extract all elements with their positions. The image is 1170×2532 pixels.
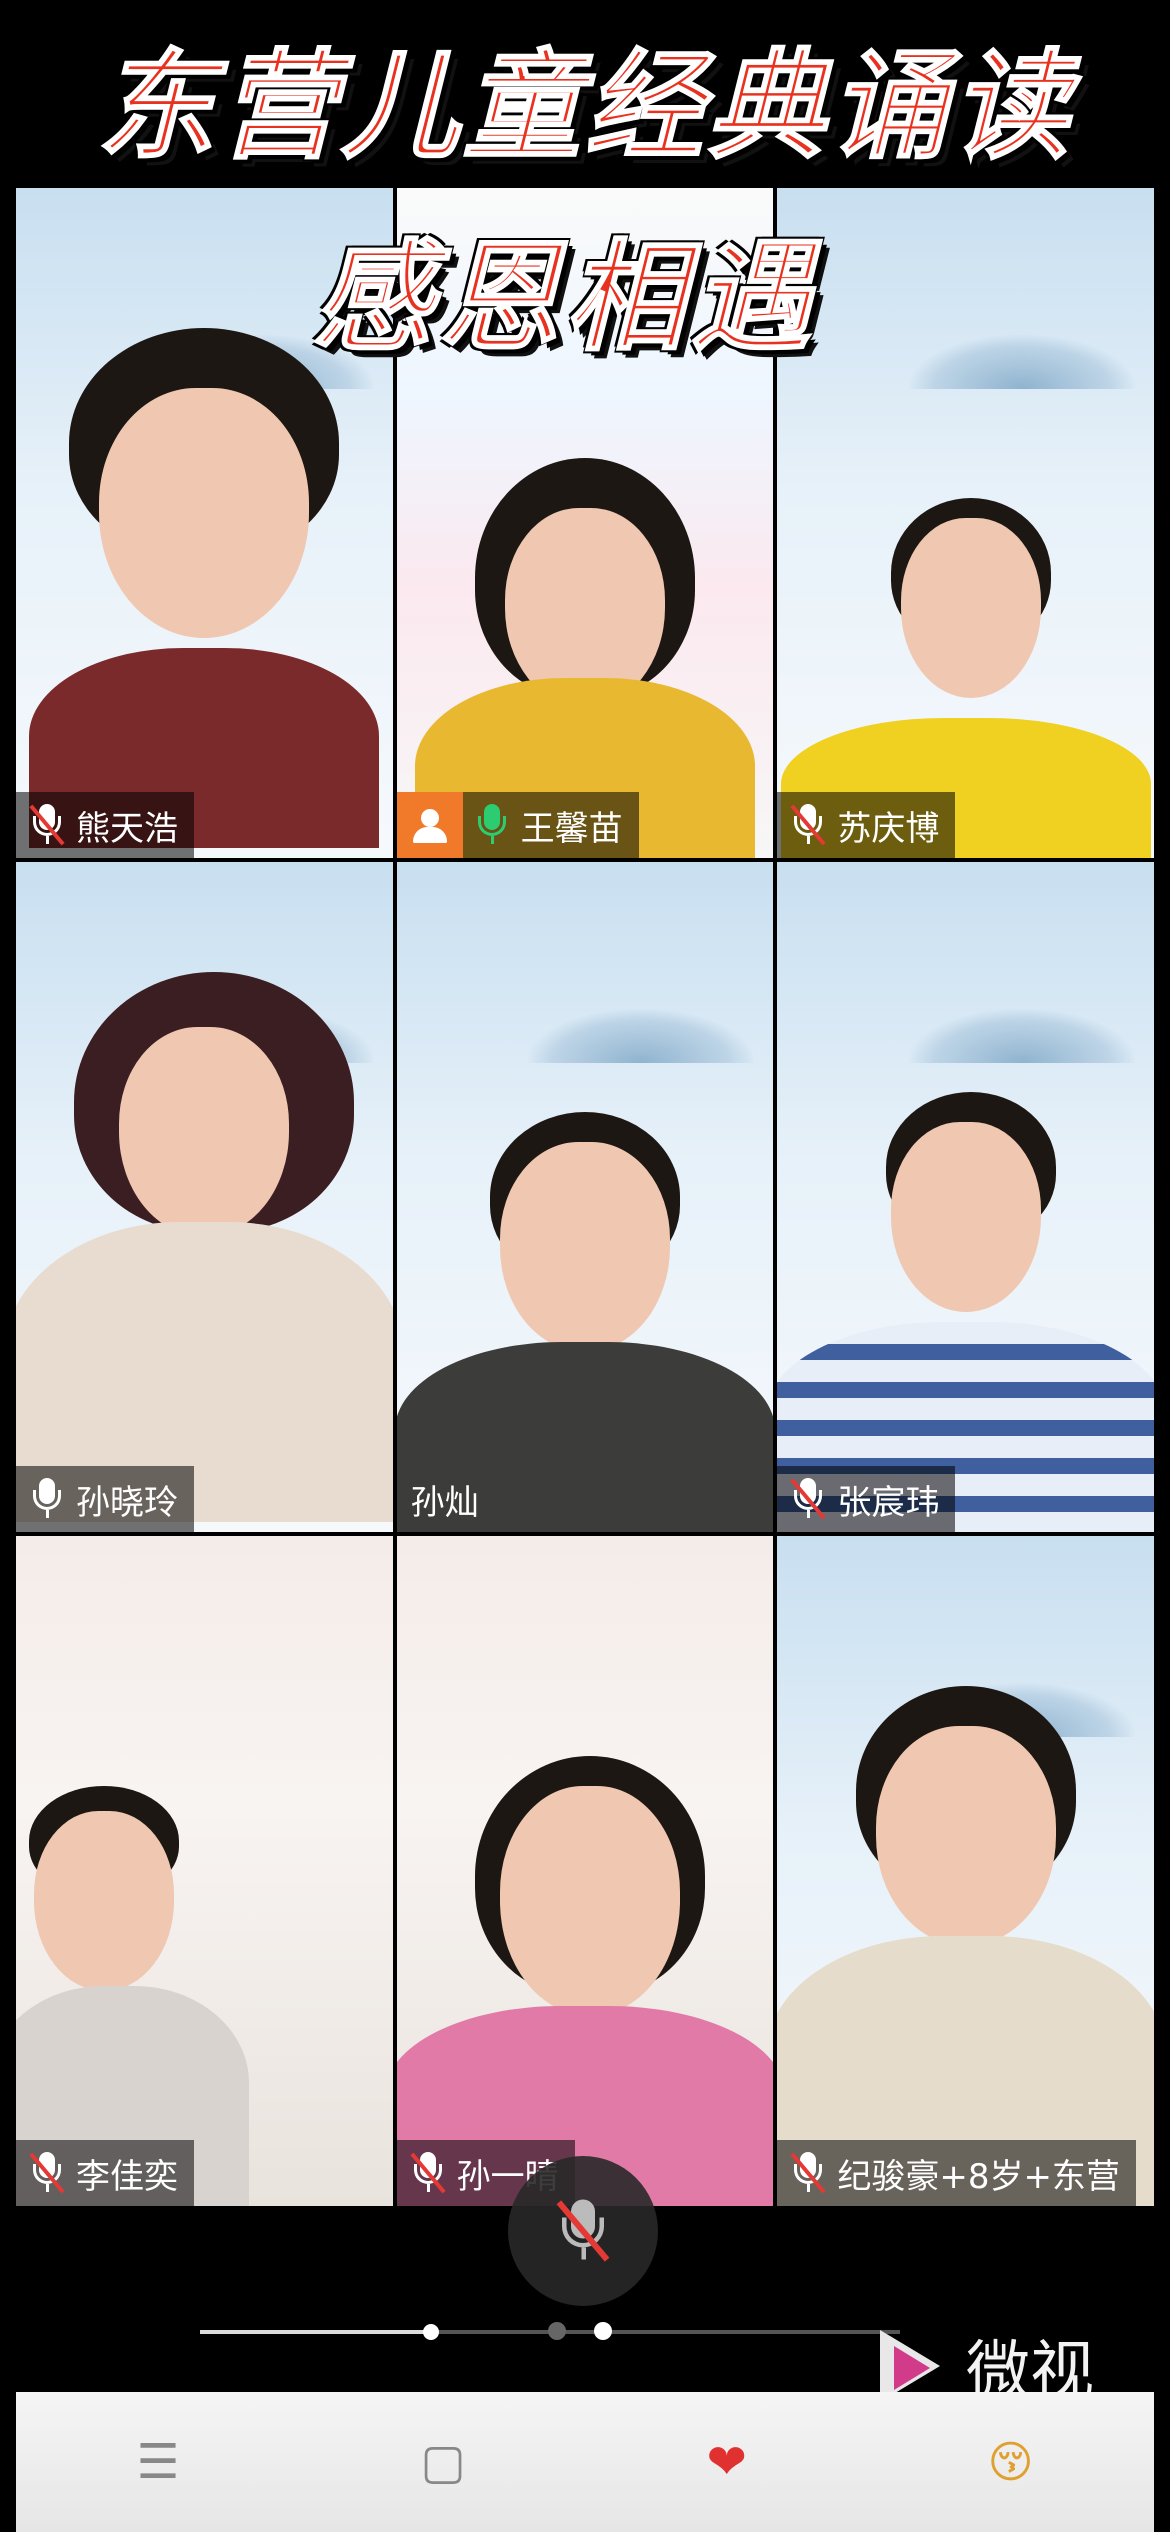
- meeting-screen: 熊天浩 王馨苗 苏庆博 孙晓玲 孙灿 张宸玮 李佳奕 孙一晴 纪骏豪+8岁+东营…: [0, 0, 1170, 2532]
- mute-toggle-button[interactable]: [508, 2156, 658, 2306]
- mic-muted-icon: [790, 2152, 826, 2194]
- mic-icon: [30, 1478, 64, 1520]
- emoji-icon[interactable]: 😚: [988, 2437, 1034, 2488]
- mic-muted-icon: [790, 1478, 826, 1520]
- overlay-subtitle: 感恩相遇: [312, 228, 817, 369]
- participant-label: 孙灿: [397, 1466, 495, 1532]
- mic-muted-icon: [556, 2199, 610, 2263]
- video-grid: 熊天浩 王馨苗 苏庆博 孙晓玲 孙灿 张宸玮 李佳奕 孙一晴 纪骏豪+8岁+东营: [16, 188, 1154, 2206]
- participant-label: 王馨苗: [396, 792, 639, 858]
- participant-label: 张宸玮: [777, 1466, 956, 1532]
- background-mountain: [528, 1009, 755, 1063]
- participant-name: 纪骏豪+8岁+东营: [837, 2156, 1120, 2197]
- mic-muted-icon: [410, 2152, 446, 2194]
- overlay-title: 东营儿童经典诵读: [96, 36, 1073, 176]
- progress-knob[interactable]: [423, 2324, 439, 2340]
- video-tile-4[interactable]: 孙晓玲: [16, 862, 393, 1532]
- participant-label: 纪骏豪+8岁+东营: [777, 2140, 1136, 2206]
- mic-muted-icon: [29, 804, 65, 846]
- mic-active-icon: [475, 804, 509, 846]
- video-tile-7[interactable]: 李佳奕: [16, 1536, 393, 2206]
- video-tile-6[interactable]: 张宸玮: [777, 862, 1154, 1532]
- video-tile-8[interactable]: 孙一晴: [396, 1536, 774, 2206]
- page-dot-active[interactable]: [594, 2322, 612, 2340]
- video-tile-9[interactable]: 纪骏豪+8岁+东营: [777, 1536, 1154, 2206]
- participant-name: 孙灿: [410, 1482, 479, 1523]
- background-mountain: [909, 1009, 1136, 1063]
- video-tile-5[interactable]: 孙灿: [396, 862, 774, 1532]
- page-indicator: [548, 2322, 612, 2340]
- participant-name: 苏庆博: [837, 808, 940, 849]
- participant-label: 李佳奕: [16, 2140, 194, 2206]
- participant-video-8: [396, 1756, 774, 2206]
- host-icon: [396, 792, 463, 858]
- participant-name: 张宸玮: [837, 1482, 940, 1523]
- heart-icon[interactable]: ❤: [707, 2434, 747, 2490]
- participant-label: 孙晓玲: [16, 1466, 194, 1532]
- participant-video-1: [29, 328, 380, 848]
- home-square-icon[interactable]: ▢: [420, 2434, 465, 2490]
- participant-name: 王馨苗: [520, 808, 623, 849]
- mic-muted-icon: [790, 804, 826, 846]
- participant-video-9: [777, 1686, 1154, 2206]
- participant-name: 熊天浩: [76, 808, 178, 849]
- page-dot[interactable]: [548, 2322, 566, 2340]
- participant-name: 李佳奕: [76, 2156, 178, 2197]
- mic-muted-icon: [29, 2152, 65, 2194]
- participant-label: 熊天浩: [16, 792, 194, 858]
- bottom-navbar: ☰ ▢ ❤ 😚: [16, 2392, 1154, 2532]
- menu-icon[interactable]: ☰: [136, 2434, 179, 2490]
- participant-video-4: [16, 972, 393, 1532]
- progress-fill: [200, 2330, 431, 2334]
- participant-name: 孙晓玲: [76, 1482, 178, 1523]
- participant-label: 苏庆博: [777, 792, 956, 858]
